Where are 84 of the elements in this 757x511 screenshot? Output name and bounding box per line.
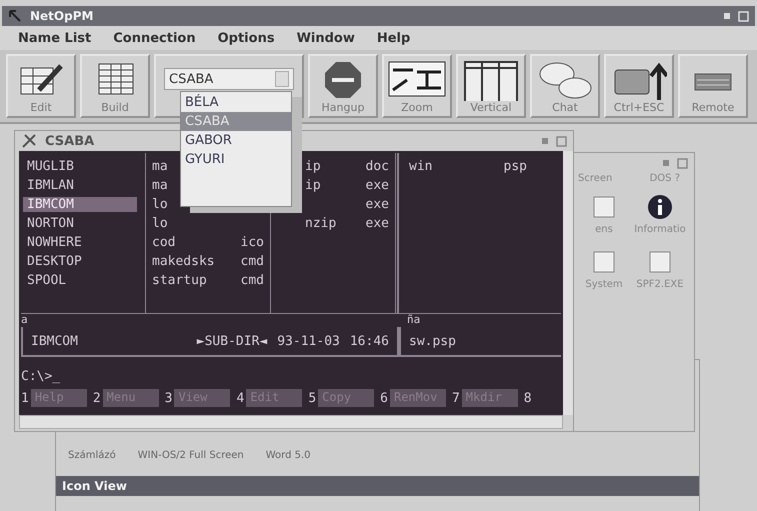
icon-label: ens xyxy=(595,224,613,235)
drive-label: a xyxy=(21,314,29,327)
file-time: 16:46 xyxy=(350,334,389,348)
function-key-number: 5 xyxy=(308,390,316,406)
dropdown-item[interactable]: GYURI xyxy=(181,150,291,169)
drive-label: ña xyxy=(406,314,422,327)
horizontal-scrollbar[interactable] xyxy=(19,415,563,429)
file-extension: exe xyxy=(366,178,389,193)
file-extension: ico xyxy=(240,235,264,250)
file-name: lo xyxy=(152,197,168,212)
dropdown-item[interactable]: BÉLA xyxy=(181,93,291,112)
file-name: nzip xyxy=(305,216,336,231)
toolbar-button[interactable]: Vertical xyxy=(456,54,526,118)
menu-item[interactable]: Help xyxy=(376,30,410,46)
function-key-number: 1 xyxy=(21,390,29,406)
program-label[interactable]: WIN-OS/2 Full Screen xyxy=(138,450,244,460)
file-extension: exe xyxy=(366,197,389,212)
columns-icon xyxy=(463,60,519,101)
icon-label: SPF2.EXE xyxy=(636,279,684,290)
toolbar-button[interactable]: Ctrl+ESC xyxy=(604,54,674,118)
file-name: ip xyxy=(305,178,321,193)
file-type: ►SUB-DIR◄ xyxy=(196,334,268,348)
function-key-number: 8 xyxy=(524,390,532,406)
command-prompt: C:\>_ xyxy=(21,369,60,384)
program-icon[interactable] xyxy=(591,249,617,275)
directory-entry[interactable]: IBMCOM xyxy=(23,197,137,212)
file-name: IBMCOM xyxy=(31,334,78,348)
header-label: Screen xyxy=(578,173,612,184)
directory-entry[interactable]: NOWHERE xyxy=(23,235,137,250)
menu-item[interactable]: Window xyxy=(296,30,355,46)
menu-item[interactable]: Options xyxy=(218,30,275,46)
toolbar-button[interactable]: Zoom xyxy=(382,54,452,118)
window-title: NetOpPM xyxy=(30,9,94,23)
function-key-number: 3 xyxy=(164,390,172,406)
icon-label: System xyxy=(585,279,623,290)
file-name: ma xyxy=(152,178,168,193)
file-extension: exe xyxy=(366,216,389,231)
program-label[interactable]: Számlázó xyxy=(68,450,116,460)
app-icon xyxy=(8,9,22,23)
maximize-icon[interactable] xyxy=(556,136,567,146)
directory-entry[interactable]: NORTON xyxy=(23,216,137,231)
function-key-number: 4 xyxy=(236,390,244,406)
toolbar-button[interactable]: Hangup xyxy=(308,54,378,118)
toolbar-button[interactable]: Remote xyxy=(678,54,748,118)
window-title: Icon View xyxy=(62,479,127,493)
toolbar-button[interactable]: Chat xyxy=(530,54,600,118)
file-name: makedsks xyxy=(152,254,215,269)
file-name: ip xyxy=(305,159,321,174)
icon-label: Informatio xyxy=(634,224,686,235)
directory-entry[interactable]: SPOOL xyxy=(23,273,137,288)
toolbar-button[interactable]: Build xyxy=(80,54,150,118)
file-extension: doc xyxy=(366,159,389,174)
program-icon[interactable] xyxy=(591,194,617,220)
file-name: sw.psp xyxy=(409,334,456,348)
stop-sign-icon xyxy=(323,60,363,100)
menu-item[interactable]: Name List xyxy=(18,30,92,46)
directory-entry[interactable]: DESKTOP xyxy=(23,254,137,269)
program-label[interactable]: Word 5.0 xyxy=(266,450,311,460)
file-name: win xyxy=(409,159,432,174)
name-combo-box[interactable]: CSABA xyxy=(164,68,294,90)
speech-bubbles-icon xyxy=(537,60,593,101)
maximize-icon[interactable] xyxy=(677,158,688,168)
header-label: DOS ? xyxy=(650,173,680,184)
file-date: 93-11-03 xyxy=(277,334,340,348)
file-name: cod xyxy=(152,235,176,250)
function-key-number: 7 xyxy=(452,390,460,406)
dropdown-item[interactable]: CSABA xyxy=(181,112,291,131)
menu-item[interactable]: Connection xyxy=(113,30,196,46)
file-name: startup xyxy=(152,273,207,288)
function-key-number: 2 xyxy=(92,390,101,406)
file-name: lo xyxy=(152,216,168,231)
function-key-number: 6 xyxy=(380,390,388,406)
file-extension: psp xyxy=(504,159,527,174)
vertical-scrollbar[interactable] xyxy=(563,151,573,415)
dropdown-item[interactable]: GABOR xyxy=(181,131,291,150)
file-name: ma xyxy=(152,159,168,174)
toolbar-button[interactable]: Edit xyxy=(6,54,76,118)
file-extension: cmd xyxy=(240,273,264,288)
file-extension: cmd xyxy=(240,254,264,269)
directory-entry[interactable]: MUGLIB xyxy=(23,159,137,174)
directory-entry[interactable]: IBMLAN xyxy=(23,178,137,193)
info-icon[interactable] xyxy=(647,194,673,220)
program-icon[interactable] xyxy=(647,249,673,275)
window-title: CSABA xyxy=(45,134,94,148)
